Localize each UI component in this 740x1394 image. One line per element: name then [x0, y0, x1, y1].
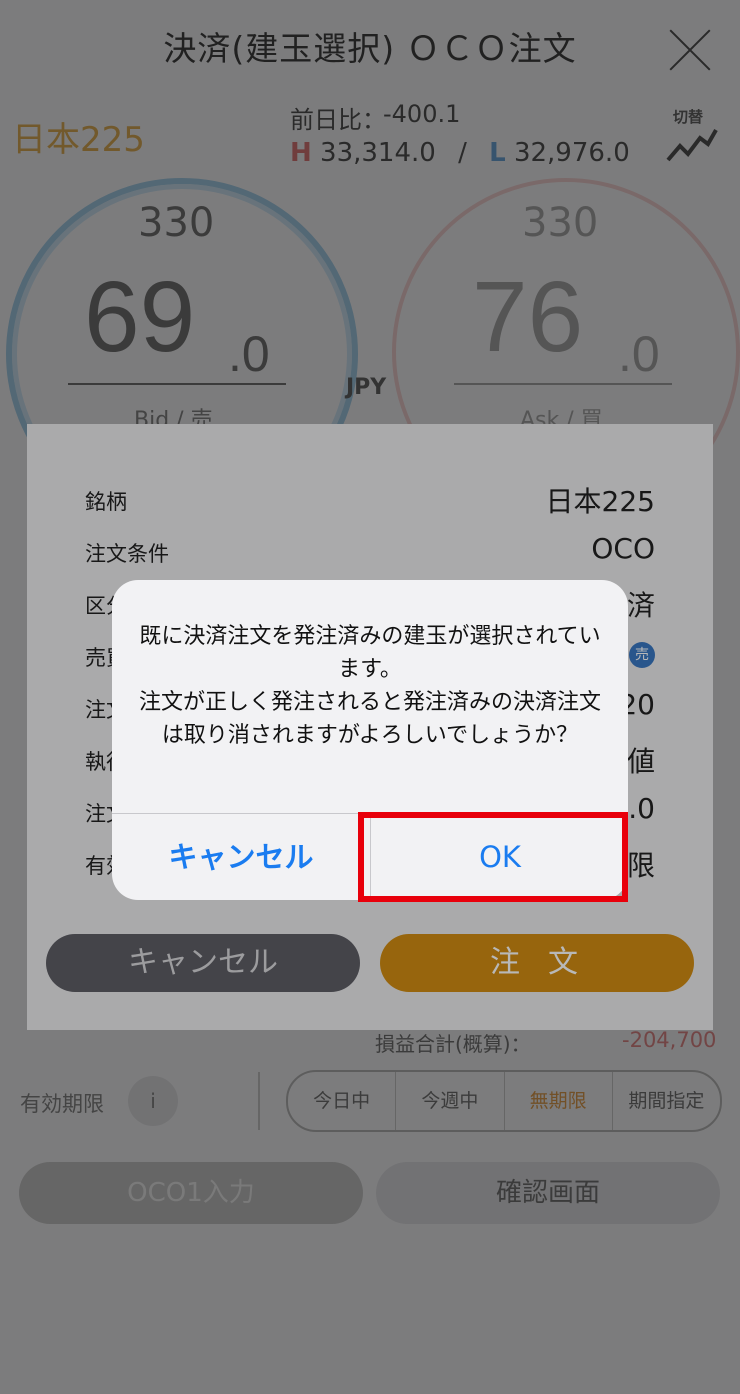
ok-highlight-box — [358, 812, 628, 902]
alert-cancel-button[interactable]: キャンセル — [112, 814, 370, 900]
alert-message: 既に決済注文を発注済みの建玉が選択されています。 注文が正しく発注されると発注済… — [138, 624, 601, 748]
